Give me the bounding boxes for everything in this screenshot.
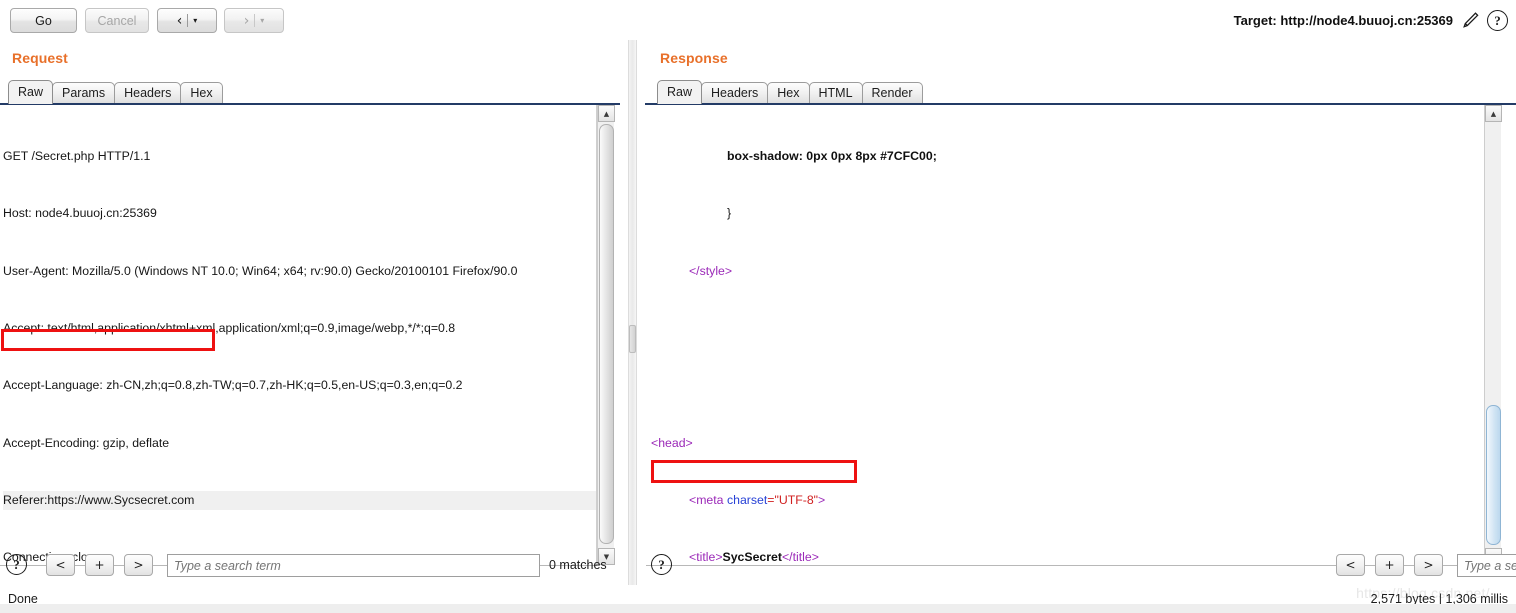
request-line: Accept-Language: zh-CN,zh;q=0.8,zh-TW;q=… bbox=[3, 378, 463, 393]
search-input[interactable] bbox=[1457, 554, 1516, 577]
cancel-button[interactable]: Cancel bbox=[85, 8, 149, 33]
splitter-bar[interactable] bbox=[628, 40, 637, 585]
request-panel: Request Raw Params Headers Hex GET /Secr… bbox=[0, 40, 620, 585]
tag-name: style bbox=[699, 263, 725, 278]
target-label: Target: http://node4.buuoj.cn:25369 bbox=[1233, 13, 1453, 28]
help-icon[interactable]: ? bbox=[6, 554, 27, 575]
help-icon[interactable]: ? bbox=[1487, 10, 1508, 31]
search-prev-button[interactable]: < bbox=[1336, 554, 1365, 576]
request-panel-title: Request bbox=[12, 50, 68, 66]
response-line: } bbox=[727, 206, 732, 221]
chevron-down-icon[interactable]: ▾ bbox=[188, 16, 197, 25]
attr-name: charset bbox=[726, 492, 768, 507]
request-line: Accept: text/html,application/xhtml+xml,… bbox=[3, 321, 456, 336]
response-tab-strip: Raw Headers Hex HTML Render bbox=[657, 80, 923, 104]
panel-splitter[interactable] bbox=[620, 40, 645, 585]
tag-name: meta bbox=[696, 492, 724, 507]
scroll-thumb[interactable] bbox=[599, 124, 614, 544]
tab-response-render[interactable]: Render bbox=[861, 82, 923, 104]
forward-arrow-icon: › bbox=[243, 12, 250, 29]
response-line: box-shadow: 0px 0px 8px #7CFC00; bbox=[727, 149, 937, 164]
search-add-button[interactable]: + bbox=[85, 554, 114, 576]
response-line: </style> bbox=[651, 262, 1484, 281]
pencil-icon[interactable] bbox=[1460, 10, 1480, 31]
tab-request-params[interactable]: Params bbox=[52, 82, 116, 104]
scroll-up-icon[interactable]: ▲ bbox=[1485, 105, 1502, 122]
tab-request-headers[interactable]: Headers bbox=[114, 82, 182, 104]
search-next-button[interactable]: > bbox=[1414, 554, 1443, 576]
search-next-button[interactable]: > bbox=[124, 554, 153, 576]
request-line: GET /Secret.php HTTP/1.1 bbox=[3, 149, 151, 164]
search-input[interactable] bbox=[167, 554, 540, 577]
tag-name: head bbox=[658, 435, 686, 450]
forward-button[interactable]: › ▾ bbox=[224, 8, 284, 33]
tab-response-headers[interactable]: Headers bbox=[701, 82, 769, 104]
request-raw-text[interactable]: GET /Secret.php HTTP/1.1 Host: node4.buu… bbox=[0, 105, 597, 566]
request-line: User-Agent: Mozilla/5.0 (Windows NT 10.0… bbox=[3, 263, 518, 278]
tab-response-hex[interactable]: Hex bbox=[767, 82, 810, 104]
request-vertical-scrollbar[interactable]: ▲ ▼ bbox=[597, 105, 615, 565]
response-line: <head> bbox=[651, 434, 1484, 453]
response-search-bar: ? < + > 0 matches bbox=[645, 552, 1516, 580]
request-line: Accept-Encoding: gzip, deflate bbox=[3, 435, 170, 450]
target-area: Target: http://node4.buuoj.cn:25369 ? bbox=[1234, 10, 1508, 31]
request-line-referer: Referer:https://www.Sycsecret.com bbox=[3, 490, 596, 510]
top-toolbar: Go Cancel ‹ ▾ › ▾ Target: http://node4.b… bbox=[0, 0, 1516, 40]
scroll-up-icon[interactable]: ▲ bbox=[598, 105, 615, 122]
response-panel-title: Response bbox=[660, 50, 728, 66]
chevron-down-icon[interactable]: ▾ bbox=[255, 16, 264, 25]
tag-close: > bbox=[724, 263, 733, 278]
splitter-grip[interactable] bbox=[629, 325, 636, 353]
bottom-strip bbox=[0, 604, 1516, 613]
tab-request-raw[interactable]: Raw bbox=[8, 80, 54, 104]
tab-request-hex[interactable]: Hex bbox=[180, 82, 223, 104]
scroll-thumb[interactable] bbox=[1486, 405, 1501, 545]
search-prev-button[interactable]: < bbox=[46, 554, 75, 576]
response-line: <meta charset="UTF-8"> bbox=[651, 491, 1484, 510]
request-line: Host: node4.buuoj.cn:25369 bbox=[3, 206, 157, 221]
search-add-button[interactable]: + bbox=[1375, 554, 1404, 576]
search-match-count: 0 matches bbox=[549, 558, 607, 572]
back-arrow-icon: ‹ bbox=[176, 12, 183, 29]
tab-response-raw[interactable]: Raw bbox=[657, 80, 703, 104]
request-tab-strip: Raw Params Headers Hex bbox=[8, 80, 223, 104]
attr-value: "UTF-8" bbox=[774, 492, 819, 507]
response-panel: Response Raw Headers Hex HTML Render box… bbox=[645, 40, 1516, 585]
back-button[interactable]: ‹ ▾ bbox=[157, 8, 217, 33]
help-icon[interactable]: ? bbox=[651, 554, 672, 575]
go-button[interactable]: Go bbox=[10, 8, 77, 33]
request-search-bar: ? < + > 0 matches bbox=[0, 552, 620, 580]
response-raw-text[interactable]: box-shadow: 0px 0px 8px #7CFC00; } </sty… bbox=[646, 105, 1484, 566]
tab-response-html[interactable]: HTML bbox=[808, 82, 863, 104]
response-vertical-scrollbar[interactable]: ▲ ▼ bbox=[1484, 105, 1502, 565]
tag-open: </ bbox=[689, 263, 700, 278]
tag-close: > bbox=[685, 435, 693, 450]
tag-close: > bbox=[818, 492, 826, 507]
